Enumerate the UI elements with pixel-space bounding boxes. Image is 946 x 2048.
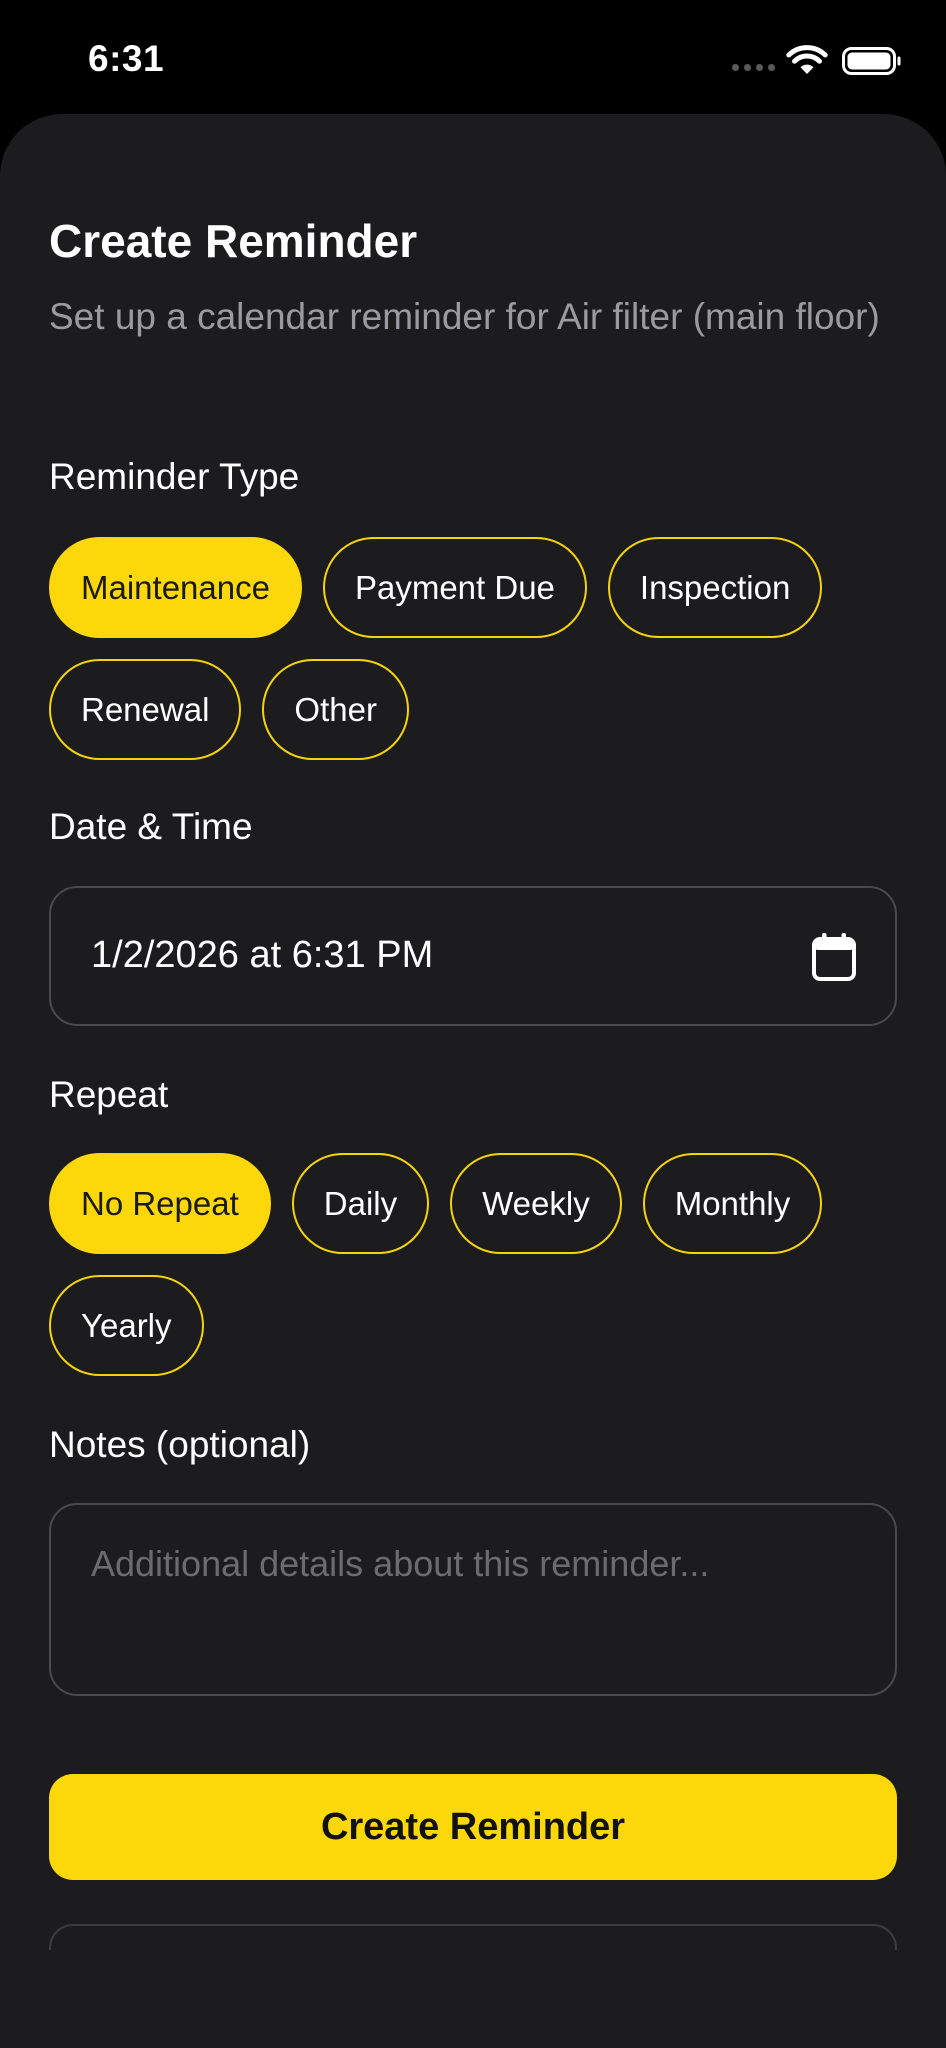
wifi-icon — [786, 45, 828, 74]
repeat-chip-no-repeat[interactable]: No Repeat — [49, 1153, 271, 1254]
notes-input[interactable] — [49, 1503, 897, 1696]
repeat-chip-weekly[interactable]: Weekly — [450, 1153, 622, 1254]
reminder-type-chip-inspection[interactable]: Inspection — [607, 537, 823, 638]
create-reminder-button[interactable]: Create Reminder — [49, 1774, 897, 1880]
sheet-subtitle: Set up a calendar reminder for Air filte… — [49, 296, 880, 337]
status-bar: 6:31 — [0, 0, 946, 115]
repeat-chip-monthly[interactable]: Monthly — [642, 1153, 823, 1254]
notes-label: Notes (optional) — [49, 1424, 311, 1465]
cellular-signal-icon — [732, 64, 776, 74]
sheet-title: Create Reminder — [49, 215, 418, 267]
repeat-chip-daily[interactable]: Daily — [291, 1153, 430, 1254]
repeat-options: No Repeat Daily Weekly Monthly Yearly — [49, 1153, 929, 1376]
battery-icon — [842, 47, 901, 75]
repeat-label: Repeat — [49, 1074, 169, 1115]
calendar-icon — [812, 933, 856, 981]
reminder-type-chip-other[interactable]: Other — [262, 659, 409, 760]
repeat-chip-yearly[interactable]: Yearly — [49, 1275, 204, 1376]
bottom-fade — [0, 1950, 946, 2048]
reminder-type-options: Maintenance Payment Due Inspection Renewal O… — [49, 537, 929, 760]
date-time-label: Date & Time — [49, 806, 253, 847]
reminder-type-chip-maintenance[interactable]: Maintenance — [49, 537, 302, 638]
reminder-type-chip-payment-due[interactable]: Payment Due — [322, 537, 587, 638]
status-time: 6:31 — [88, 38, 165, 79]
reminder-type-label: Reminder Type — [49, 456, 300, 497]
create-reminder-sheet: Create Reminder Set up a calendar remind… — [0, 114, 946, 2048]
date-time-value: 1/2/2026 at 6:31 PM — [91, 934, 434, 976]
date-time-picker[interactable]: 1/2/2026 at 6:31 PM — [49, 886, 897, 1026]
reminder-type-chip-renewal[interactable]: Renewal — [49, 659, 242, 760]
